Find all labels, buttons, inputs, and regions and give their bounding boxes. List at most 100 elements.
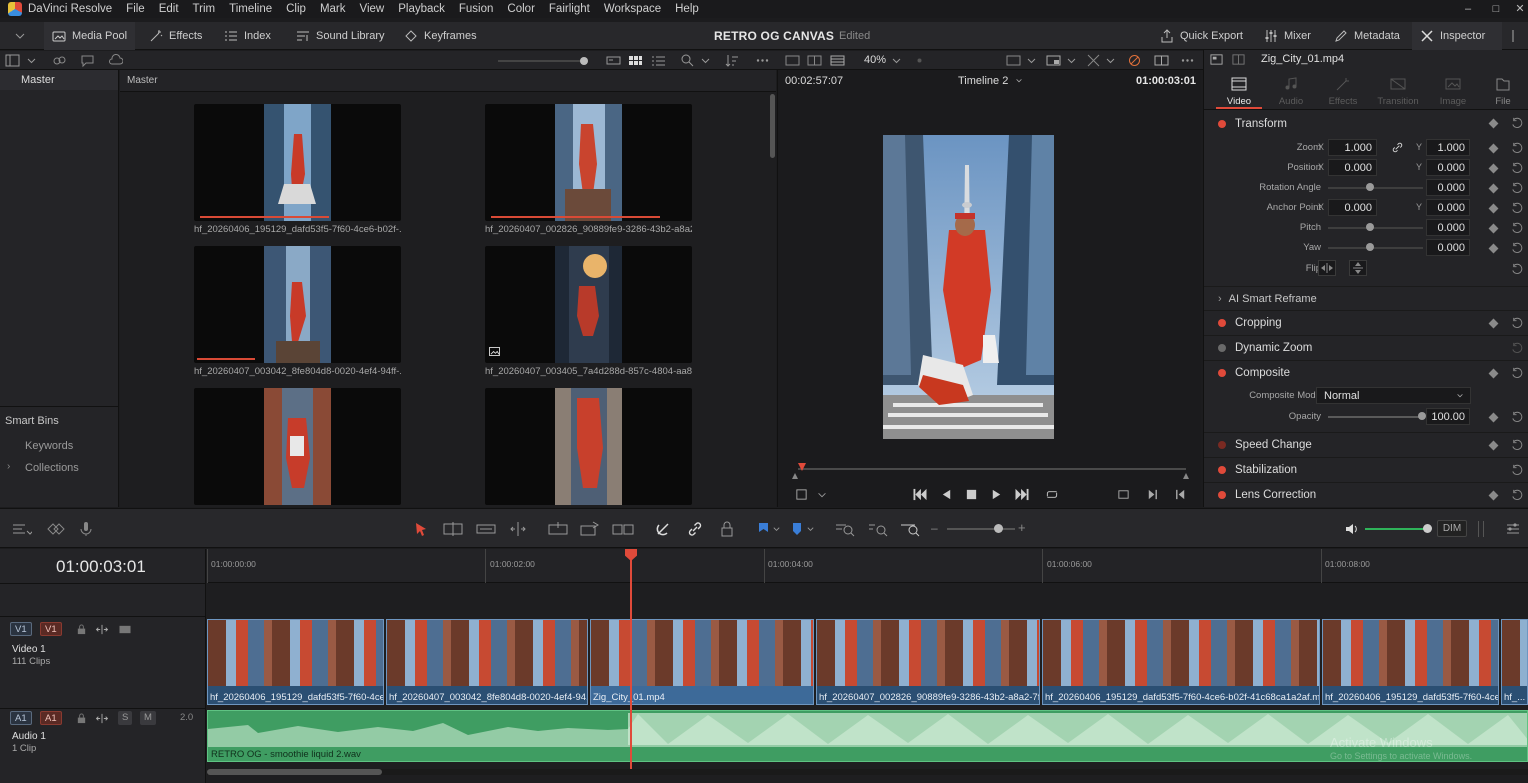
timeline-video-clip[interactable]: hf_20260406_195129_dafd53f5-7f60-4ce... (207, 619, 384, 705)
timeline-video-clip[interactable]: hf_20260406_195129_dafd53f5-7f60-4ce... (1322, 619, 1499, 705)
index-button[interactable]: Index (216, 22, 279, 50)
marker-icon[interactable] (790, 521, 804, 537)
chevron-down-icon[interactable] (889, 53, 904, 68)
match-frame-icon[interactable] (1117, 488, 1130, 501)
monitor-volume-knob[interactable] (1423, 524, 1432, 533)
timeline-video-clip-selected[interactable]: Zig_City_01.mp4 (590, 619, 814, 705)
timeline-scroll-thumb[interactable] (207, 769, 382, 775)
composite-mode-select[interactable]: Normal (1316, 387, 1471, 404)
chevron-down-icon[interactable] (1024, 53, 1039, 68)
lock-icon[interactable] (719, 521, 735, 537)
dim-button[interactable]: DIM (1437, 520, 1467, 537)
image-wipe-icon[interactable] (785, 53, 800, 68)
zoom-y-field[interactable]: 1.000 (1426, 139, 1470, 156)
mixer-button[interactable]: Mixer (1256, 22, 1319, 50)
composite-enable-toggle[interactable] (1218, 369, 1226, 377)
keyframe-diamond-icon[interactable] (1488, 243, 1499, 254)
position-y-field[interactable]: 0.000 (1426, 159, 1470, 176)
transform-overlay-icon[interactable] (1086, 53, 1101, 68)
keyframe-diamond-icon[interactable] (1488, 490, 1499, 501)
minimize-icon[interactable]: – (1454, 0, 1482, 18)
reset-icon[interactable] (1510, 142, 1523, 155)
reset-icon[interactable] (1510, 342, 1523, 355)
menu-color[interactable]: Color (500, 0, 541, 18)
zoom-x-field[interactable]: 1.000 (1328, 139, 1377, 156)
keyframe-diamond-icon[interactable] (1488, 368, 1499, 379)
tab-audio[interactable]: Audio (1268, 72, 1314, 109)
inspector-button[interactable]: Inspector (1412, 22, 1502, 50)
zoom-out-icon[interactable]: – (931, 521, 938, 535)
opacity-slider[interactable] (1328, 416, 1423, 418)
selection-tool-icon[interactable] (414, 522, 428, 536)
safe-area-icon[interactable] (1006, 53, 1021, 68)
position-x-field[interactable]: 0.000 (1328, 159, 1377, 176)
viewer-zoom-value[interactable]: 40% (864, 54, 886, 66)
replace-clip-icon[interactable] (611, 521, 635, 537)
speaker-icon[interactable] (1344, 521, 1360, 537)
more-options-icon[interactable] (755, 53, 770, 68)
reset-icon[interactable] (1510, 162, 1523, 175)
snapping-icon[interactable] (655, 521, 671, 537)
search-icon[interactable] (680, 53, 695, 68)
reset-icon[interactable] (1510, 242, 1523, 255)
zoom-detail-icon[interactable] (867, 521, 889, 537)
dest-v1-badge[interactable]: V1 (40, 622, 62, 636)
tab-transition[interactable]: Transition (1370, 72, 1426, 109)
timeline-video-clip[interactable]: hf_20260407_003042_8fe804d8-0020-4ef4-94… (386, 619, 588, 705)
keywords-bin[interactable]: Keywords (25, 440, 73, 452)
chevron-down-icon[interactable] (806, 525, 815, 534)
dest-a1-badge[interactable]: A1 (40, 711, 62, 725)
dynamic-zoom-enable-toggle[interactable] (1218, 344, 1226, 352)
yaw-field[interactable]: 0.000 (1426, 239, 1470, 256)
speed-change-section-header[interactable]: Speed Change (1204, 432, 1528, 457)
metadata-view-icon[interactable] (606, 53, 621, 68)
sidebar-toggle-icon[interactable] (5, 53, 20, 68)
list-view-icon[interactable] (651, 53, 666, 68)
chevron-down-icon[interactable] (1103, 53, 1118, 68)
timeline-playhead-line[interactable] (630, 559, 632, 769)
opacity-slider-knob[interactable] (1418, 412, 1426, 420)
lens-correction-section-header[interactable]: Lens Correction (1204, 482, 1528, 507)
mute-button[interactable]: M (140, 711, 156, 725)
media-clip-thumbnail[interactable] (194, 104, 401, 221)
anchor-x-field[interactable]: 0.000 (1328, 199, 1377, 216)
stabilization-enable-toggle[interactable] (1218, 466, 1226, 474)
menu-fairlight[interactable]: Fairlight (542, 0, 597, 18)
chevron-right-icon[interactable]: › (7, 461, 10, 472)
split-inspector-icon[interactable] (1232, 53, 1245, 66)
yaw-slider[interactable] (1328, 247, 1423, 249)
menu-fusion[interactable]: Fusion (452, 0, 501, 18)
transform-enable-toggle[interactable] (1218, 120, 1226, 128)
timeline-zoom-slider[interactable] (947, 528, 1015, 530)
split-screen-icon[interactable] (807, 53, 822, 68)
sound-library-button[interactable]: Sound Library (288, 22, 393, 50)
cinema-mode-icon[interactable] (1154, 53, 1169, 68)
rotation-slider-knob[interactable] (1366, 183, 1374, 191)
comment-icon[interactable] (80, 53, 95, 68)
timeline-name[interactable]: Timeline 2 (958, 75, 1008, 87)
lock-track-icon[interactable] (76, 713, 87, 724)
keyframe-diamond-icon[interactable] (1488, 412, 1499, 423)
link-icon[interactable] (1391, 141, 1404, 154)
thumbnail-size-slider[interactable] (498, 60, 586, 62)
flag-icon[interactable] (756, 521, 770, 537)
tab-effects[interactable]: Effects (1320, 72, 1366, 109)
cropping-enable-toggle[interactable] (1218, 319, 1226, 327)
media-pool-scrollbar[interactable] (770, 94, 775, 158)
chevron-down-icon[interactable] (772, 525, 781, 534)
chevron-down-icon[interactable] (816, 489, 828, 501)
reset-icon[interactable] (1510, 439, 1523, 452)
auto-select-icon[interactable] (95, 713, 109, 724)
tab-video[interactable]: Video (1216, 72, 1262, 109)
master-bin-item[interactable]: Master (0, 70, 118, 90)
thumbnail-view-icon[interactable] (628, 53, 643, 68)
linked-selection-icon[interactable] (687, 521, 703, 537)
timeline-horizontal-scrollbar[interactable] (207, 769, 1528, 775)
lens-correction-enable-toggle[interactable] (1218, 491, 1226, 499)
keyframe-diamond-icon[interactable] (1488, 223, 1499, 234)
loop-icon[interactable] (1044, 488, 1060, 501)
more-options-icon[interactable] (1180, 53, 1195, 68)
go-to-start-icon[interactable] (912, 488, 928, 501)
zoom-in-icon[interactable]: + (1018, 520, 1026, 535)
chevron-down-icon[interactable] (1064, 53, 1079, 68)
